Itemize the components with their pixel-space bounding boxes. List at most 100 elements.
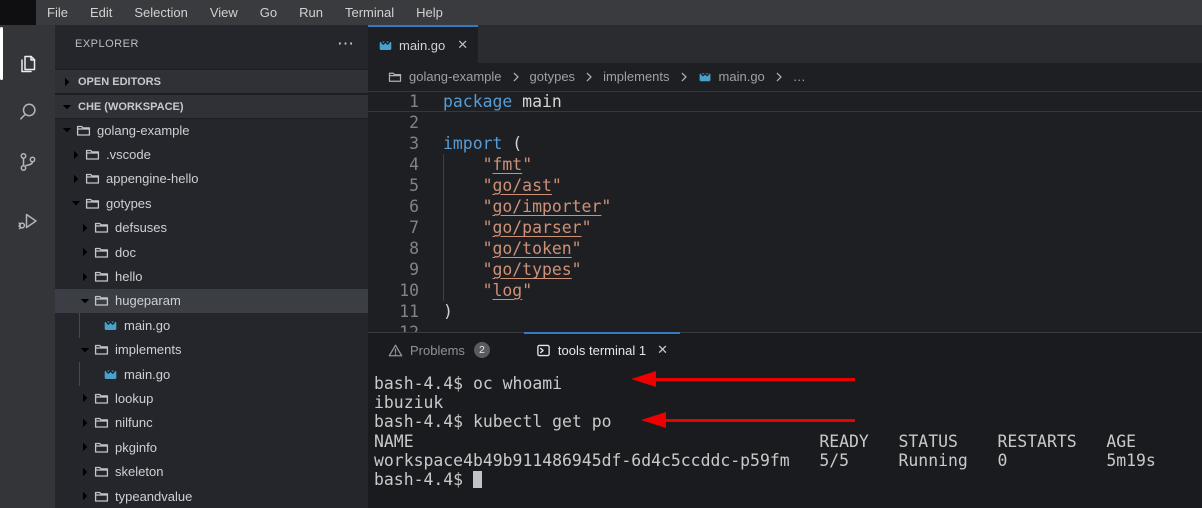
- tree-item-defsuses[interactable]: defsuses: [55, 216, 368, 240]
- code-token: ": [522, 281, 532, 300]
- tree-item-label: pkginfo: [115, 440, 157, 455]
- activity-run-debug[interactable]: [0, 208, 55, 234]
- code-line-text: "go/importer": [443, 196, 611, 217]
- tab-label: main.go: [399, 38, 445, 53]
- explorer-title: EXPLORER: [75, 38, 139, 50]
- chevron-down-icon: [68, 195, 84, 211]
- code-token: main: [512, 92, 561, 111]
- tree-item-typeandvalue[interactable]: typeandvalue: [55, 484, 368, 508]
- menu-help[interactable]: Help: [405, 0, 454, 25]
- menu-view[interactable]: View: [199, 0, 249, 25]
- terminal-line: bash-4.4$: [374, 470, 1202, 489]
- panel-tab-problems[interactable]: Problems2: [376, 333, 502, 367]
- activity-source-control[interactable]: [0, 149, 55, 175]
- code-line-text: ): [443, 301, 453, 322]
- tree-item-appengine-hello[interactable]: appengine-hello: [55, 167, 368, 191]
- problems-count-badge: 2: [474, 342, 490, 358]
- menu-go[interactable]: Go: [249, 0, 288, 25]
- code-line-7: 7 "go/parser": [368, 217, 1202, 238]
- chevron-down-icon: [59, 99, 75, 115]
- chevron-right-icon: [77, 269, 93, 285]
- line-number: 2: [368, 112, 419, 133]
- section-che-workspace-[interactable]: CHE (WORKSPACE): [55, 94, 368, 119]
- line-number: 5: [368, 175, 419, 196]
- panel-tab-tools-terminal-1[interactable]: tools terminal 1 ✕: [524, 333, 680, 367]
- terminal-text: bash-4.4$ oc whoami: [374, 374, 562, 393]
- folder-icon: [84, 147, 101, 163]
- terminal-cursor: [473, 471, 483, 488]
- arrow-head: [631, 371, 656, 387]
- folder-icon: [93, 244, 110, 260]
- menu-run[interactable]: Run: [288, 0, 334, 25]
- close-icon[interactable]: ✕: [457, 37, 468, 53]
- breadcrumb-item[interactable]: gotypes: [530, 69, 576, 84]
- section-label: OPEN EDITORS: [78, 76, 161, 88]
- tree-item--vscode[interactable]: .vscode: [55, 142, 368, 166]
- go-file-icon: [698, 70, 712, 84]
- close-icon[interactable]: ✕: [657, 342, 668, 358]
- folder-icon: [93, 220, 110, 236]
- editor-area: main.go ✕ golang-example gotypes implements…: [368, 25, 1202, 508]
- tree-item-lookup[interactable]: lookup: [55, 386, 368, 410]
- tree-item-hugeparam[interactable]: hugeparam: [55, 289, 368, 313]
- chevron-right-icon: [77, 464, 93, 480]
- search-icon: [16, 100, 40, 124]
- chevron-right-icon: [68, 147, 84, 163]
- menu-file[interactable]: File: [36, 0, 79, 25]
- breadcrumb-item[interactable]: implements: [603, 69, 669, 84]
- code-editor[interactable]: 1package main23import (4 "fmt"5 "go/ast"…: [368, 90, 1202, 332]
- code-line-9: 9 "go/types": [368, 259, 1202, 280]
- tab-main-go[interactable]: main.go ✕: [368, 25, 478, 63]
- folder-icon: [93, 464, 110, 480]
- tree-item-gotypes[interactable]: gotypes: [55, 191, 368, 215]
- tree-item-label: main.go: [124, 318, 170, 333]
- activity-explorer[interactable]: [0, 51, 55, 77]
- code-line-2: 2: [368, 112, 1202, 133]
- menu-selection[interactable]: Selection: [123, 0, 198, 25]
- breadcrumb-item[interactable]: …: [793, 69, 806, 84]
- tree-item-label: nilfunc: [115, 415, 153, 430]
- code-token: go/types: [492, 260, 571, 279]
- menu-terminal[interactable]: Terminal: [334, 0, 405, 25]
- tree-item-hello[interactable]: hello: [55, 264, 368, 288]
- files-icon: [16, 52, 40, 76]
- menu-edit[interactable]: Edit: [79, 0, 123, 25]
- tree-item-main-go[interactable]: main.go: [55, 362, 368, 386]
- breadcrumb-item[interactable]: golang-example: [409, 69, 502, 84]
- breadcrumb-item[interactable]: main.go: [719, 69, 765, 84]
- code-token: ": [522, 155, 532, 174]
- chevron-right-icon: [772, 70, 786, 84]
- code-token: ": [443, 218, 492, 237]
- section-open-editors[interactable]: OPEN EDITORS: [55, 69, 368, 94]
- terminal-output[interactable]: bash-4.4$ oc whoamiibuziukbash-4.4$ kube…: [368, 367, 1202, 508]
- code-line-11: 11): [368, 301, 1202, 322]
- tree-item-doc[interactable]: doc: [55, 240, 368, 264]
- code-line-text: "go/token": [443, 238, 582, 259]
- folder-icon: [75, 122, 92, 138]
- code-line-text: "log": [443, 280, 532, 301]
- line-number: 7: [368, 217, 419, 238]
- tree-item-label: gotypes: [106, 196, 152, 211]
- chevron-right-icon: [77, 390, 93, 406]
- code-token: ): [443, 302, 453, 321]
- chevron-right-icon: [77, 415, 93, 431]
- panel-tab-label: tools terminal 1: [558, 343, 646, 358]
- line-number: 11: [368, 301, 419, 322]
- activity-search[interactable]: [0, 99, 55, 125]
- breadcrumb: golang-example gotypes implements main.go …: [368, 63, 1202, 90]
- annotation-arrow: [666, 419, 855, 422]
- file-tree: golang-example.vscodeappengine-hello goty…: [55, 118, 368, 508]
- more-actions-icon[interactable]: ⋯: [337, 39, 354, 49]
- tree-item-golang-example[interactable]: golang-example: [55, 118, 368, 142]
- tree-item-skeleton[interactable]: skeleton: [55, 459, 368, 483]
- tree-item-label: doc: [115, 245, 136, 260]
- tree-item-pkginfo[interactable]: pkginfo: [55, 435, 368, 459]
- folder-icon: [93, 269, 110, 285]
- code-token: ": [601, 197, 611, 216]
- terminal-line: workspace4b49b911486945df-6d4c5ccddc-p59…: [374, 451, 1202, 470]
- tree-item-nilfunc[interactable]: nilfunc: [55, 411, 368, 435]
- terminal-line: ibuziuk: [374, 393, 1202, 412]
- panel-tab-spacer: [502, 333, 524, 367]
- tree-item-implements[interactable]: implements: [55, 338, 368, 362]
- tree-item-main-go[interactable]: main.go: [55, 313, 368, 337]
